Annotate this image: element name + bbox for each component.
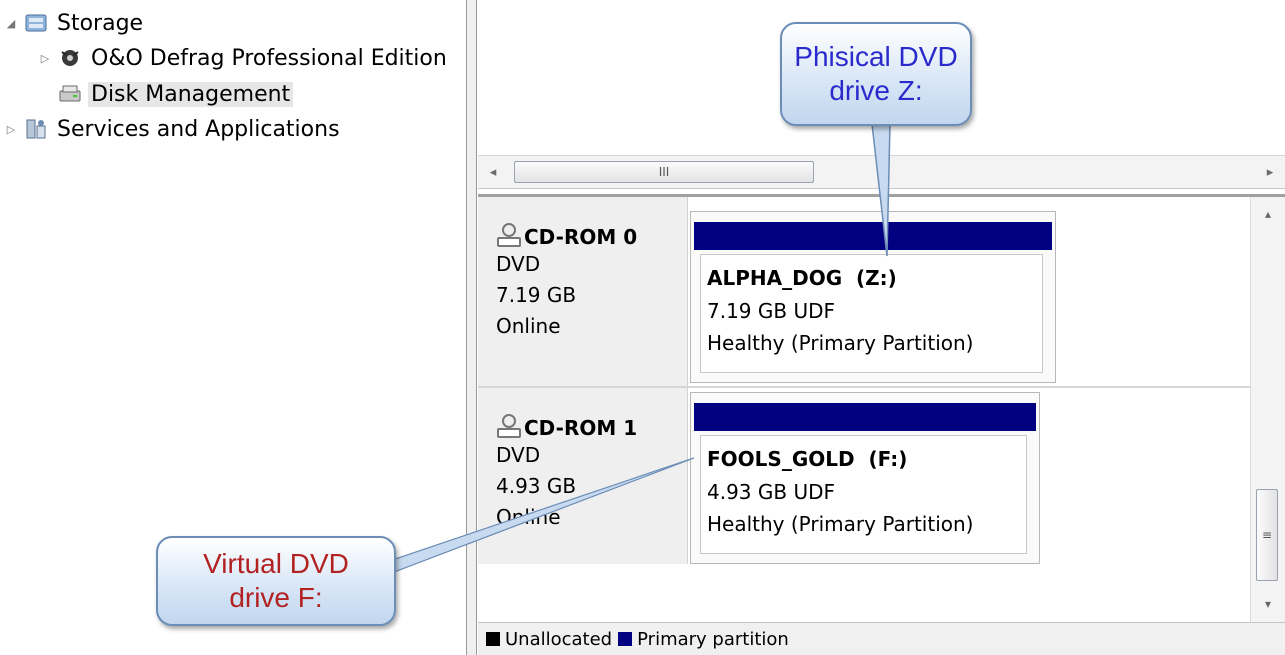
scroll-down-icon[interactable]: ▾	[1259, 595, 1277, 613]
tree-item-services[interactable]: ▷ Services and Applications	[4, 112, 343, 146]
disk-name: CD-ROM 1	[524, 416, 638, 440]
services-icon	[24, 118, 48, 140]
unallocated-swatch	[486, 632, 500, 646]
cd-drive-icon	[496, 223, 522, 249]
legend-label: Primary partition	[637, 628, 789, 650]
disk-row-cd-rom-0: CD-ROM 0 DVD 7.19 GB Online ALPHA_DOG (Z…	[478, 197, 1250, 387]
tree-label-defrag: O&O Defrag Professional Edition	[91, 45, 447, 71]
expand-triangle-icon[interactable]: ▷	[38, 51, 52, 65]
disk-type: DVD	[496, 443, 541, 467]
collapse-triangle-icon[interactable]: ◢	[4, 16, 18, 30]
disk-name: CD-ROM 0	[524, 225, 638, 249]
tree-item-disk-management[interactable]: Disk Management	[38, 77, 294, 111]
disk-size: 7.19 GB	[496, 283, 577, 307]
partition-status: Healthy (Primary Partition)	[707, 331, 974, 355]
partition-size: 7.19 GB UDF	[707, 299, 836, 323]
disk-status: Online	[496, 314, 561, 338]
disk-info-cd-rom-1[interactable]: CD-ROM 1 DVD 4.93 GB Online	[478, 388, 688, 564]
callout-line: drive Z:	[829, 75, 923, 106]
tree-label-disk-management: Disk Management	[88, 81, 294, 107]
partition-alpha-dog[interactable]: ALPHA_DOG (Z:) 7.19 GB UDF Healthy (Prim…	[690, 211, 1056, 383]
partition-details: FOOLS_GOLD (F:) 4.93 GB UDF Healthy (Pri…	[700, 435, 1027, 554]
partition-size: 4.93 GB UDF	[707, 480, 836, 504]
scroll-left-icon[interactable]: ◂	[484, 162, 502, 182]
pane-splitter[interactable]	[466, 0, 477, 655]
legend-bar: Unallocated Primary partition	[478, 622, 1285, 655]
disk-graphical-view: CD-ROM 0 DVD 7.19 GB Online ALPHA_DOG (Z…	[478, 197, 1250, 622]
vertical-scrollbar[interactable]: ▴ ≡ ▾	[1250, 197, 1285, 622]
partition-name: ALPHA_DOG (Z:)	[707, 266, 897, 290]
tree-item-storage[interactable]: ◢ Storage	[4, 6, 146, 40]
partition-details: ALPHA_DOG (Z:) 7.19 GB UDF Healthy (Prim…	[700, 254, 1043, 373]
callout-line: Phisical DVD	[794, 41, 958, 72]
scroll-grip: ≡	[1261, 528, 1273, 542]
scroll-grip: III	[658, 165, 670, 179]
scroll-up-icon[interactable]: ▴	[1259, 205, 1277, 223]
partition-fools-gold[interactable]: FOOLS_GOLD (F:) 4.93 GB UDF Healthy (Pri…	[690, 392, 1040, 564]
defrag-icon	[58, 47, 82, 69]
disk-management-icon	[58, 83, 82, 105]
horizontal-scroll-thumb[interactable]: III	[514, 161, 814, 183]
disk-size: 4.93 GB	[496, 474, 577, 498]
disk-type: DVD	[496, 252, 541, 276]
tree-label-storage: Storage	[57, 10, 144, 36]
scroll-right-icon[interactable]: ▸	[1261, 162, 1279, 182]
horizontal-scrollbar[interactable]: ◂ III ▸	[478, 155, 1285, 189]
callout-line: drive F:	[229, 582, 323, 613]
callout-physical-dvd: Phisical DVD drive Z:	[780, 22, 972, 126]
cd-drive-icon	[496, 414, 522, 440]
legend-label: Unallocated	[505, 628, 613, 650]
disk-status: Online	[496, 505, 561, 529]
disk-info-cd-rom-0[interactable]: CD-ROM 0 DVD 7.19 GB Online	[478, 197, 688, 387]
partition-name: FOOLS_GOLD (F:)	[707, 447, 908, 471]
tree-item-defrag[interactable]: ▷ O&O Defrag Professional Edition	[38, 41, 450, 75]
vertical-scroll-thumb[interactable]: ≡	[1256, 489, 1278, 581]
primary-partition-swatch	[618, 632, 633, 646]
primary-partition-bar	[694, 403, 1036, 431]
expand-triangle-icon[interactable]: ▷	[4, 122, 18, 136]
disk-row-cd-rom-1: CD-ROM 1 DVD 4.93 GB Online FOOLS_GOLD (…	[478, 388, 1250, 564]
callout-virtual-dvd: Virtual DVD drive F:	[156, 536, 396, 626]
legend-primary-partition: Primary partition	[618, 629, 789, 650]
primary-partition-bar	[694, 222, 1052, 250]
legend-unallocated: Unallocated	[486, 629, 612, 650]
callout-line: Virtual DVD	[203, 548, 349, 579]
tree-label-services: Services and Applications	[57, 116, 340, 142]
storage-icon	[24, 12, 48, 34]
partition-status: Healthy (Primary Partition)	[707, 512, 974, 536]
